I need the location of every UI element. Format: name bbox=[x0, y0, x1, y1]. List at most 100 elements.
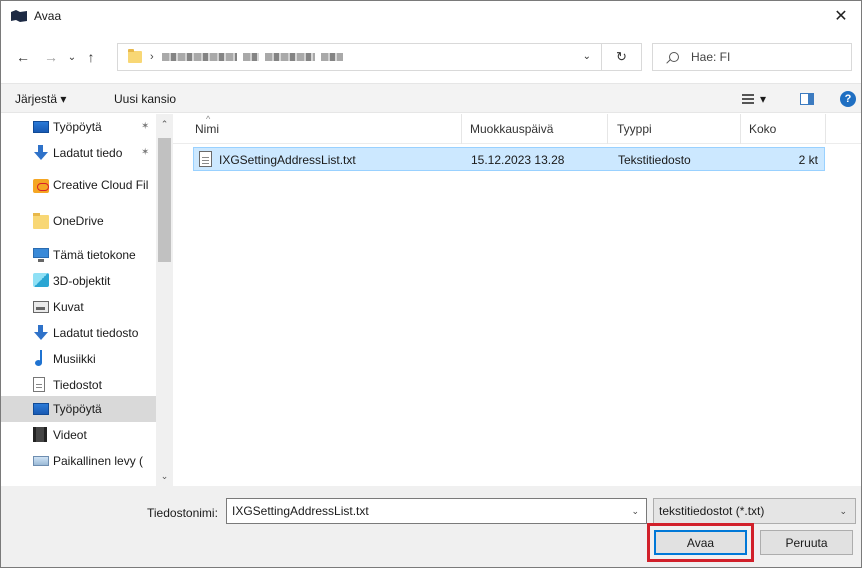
forward-arrow-icon[interactable]: → bbox=[41, 47, 61, 67]
sidebar-item-label: Videot bbox=[53, 428, 87, 442]
address-bar[interactable]: › ⌄ bbox=[117, 43, 602, 71]
computer-icon bbox=[33, 248, 49, 262]
file-type: Tekstitiedosto bbox=[618, 153, 691, 167]
pin-icon: ✶ bbox=[141, 121, 150, 132]
music-icon bbox=[33, 350, 49, 366]
breadcrumb-redacted[interactable] bbox=[242, 53, 259, 61]
open-button[interactable]: Avaa bbox=[654, 530, 747, 555]
breadcrumb-redacted[interactable] bbox=[264, 53, 315, 61]
scroll-up-icon[interactable]: ⌃ bbox=[156, 116, 173, 132]
sidebar-item-3d-objects[interactable]: 3D-objektit bbox=[1, 268, 157, 294]
breadcrumb-separator-icon: › bbox=[150, 51, 154, 63]
sidebar-item-local-disk[interactable]: Paikallinen levy ( bbox=[1, 448, 157, 474]
column-divider[interactable] bbox=[607, 114, 608, 144]
new-folder-button[interactable]: Uusi kansio bbox=[114, 92, 176, 106]
column-header-size[interactable]: Koko bbox=[749, 122, 776, 136]
sidebar-item-label: Ladatut tiedo bbox=[53, 146, 123, 160]
sidebar-item-desktop-pinned[interactable]: Työpöytä ✶ bbox=[1, 114, 157, 140]
documents-icon bbox=[33, 377, 45, 392]
filename-label: Tiedostonimi: bbox=[147, 506, 218, 520]
column-header-name[interactable]: Nimi bbox=[195, 122, 219, 136]
recent-locations-chevron-icon[interactable]: ⌄ bbox=[62, 47, 82, 67]
column-header-type[interactable]: Tyyppi bbox=[617, 122, 652, 136]
column-header-modified[interactable]: Muokkauspäivä bbox=[470, 122, 553, 136]
view-list-icon bbox=[742, 94, 754, 104]
view-options-button[interactable]: ▾ bbox=[742, 92, 780, 106]
sidebar-item-label: Tämä tietokone bbox=[53, 248, 136, 262]
search-icon bbox=[669, 52, 679, 62]
text-file-icon bbox=[199, 151, 212, 167]
3d-objects-icon bbox=[33, 273, 49, 287]
sidebar-scrollbar[interactable]: ⌃ ⌄ bbox=[156, 114, 173, 486]
desktop-icon bbox=[33, 121, 49, 133]
window-title: Avaa bbox=[34, 9, 62, 23]
preview-pane-icon[interactable] bbox=[800, 93, 814, 105]
back-arrow-icon[interactable]: ← bbox=[13, 47, 33, 67]
scroll-down-icon[interactable]: ⌄ bbox=[156, 468, 173, 484]
column-divider[interactable] bbox=[740, 114, 741, 144]
sidebar-item-this-pc[interactable]: Tämä tietokone bbox=[1, 242, 157, 268]
sidebar-item-downloads-pinned[interactable]: Ladatut tiedo ✶ bbox=[1, 140, 157, 166]
file-modified: 15.12.2023 13.28 bbox=[471, 153, 565, 167]
sidebar-item-label: Paikallinen levy ( bbox=[53, 454, 144, 468]
filename-value: IXGSettingAddressList.txt bbox=[232, 504, 369, 518]
sidebar-item-label: Työpöytä bbox=[53, 120, 102, 134]
scrollbar-thumb[interactable] bbox=[158, 138, 171, 262]
file-size: 2 kt bbox=[798, 153, 818, 167]
chevron-down-icon: ▾ bbox=[760, 92, 767, 106]
folder-icon bbox=[128, 49, 142, 63]
navigation-pane: Työpöytä ✶ Ladatut tiedo ✶ Creative Clou… bbox=[1, 114, 173, 486]
folder-icon bbox=[33, 213, 49, 229]
sidebar-item-desktop[interactable]: Työpöytä bbox=[1, 396, 157, 422]
open-file-dialog: Avaa ✕ ← → ⌄ ↑ › ⌄ ↻ Hae: FI Järjestä ▾ … bbox=[0, 0, 862, 568]
breadcrumb-redacted[interactable] bbox=[161, 53, 237, 61]
app-icon bbox=[10, 9, 28, 23]
sidebar-item-label: 3D-objektit bbox=[53, 274, 111, 288]
help-icon[interactable]: ? bbox=[840, 91, 856, 107]
organize-button[interactable]: Järjestä ▾ bbox=[15, 92, 66, 106]
filetype-value: tekstitiedostot (*.txt) bbox=[659, 504, 765, 518]
sidebar-item-videos[interactable]: Videot bbox=[1, 422, 157, 448]
column-divider[interactable] bbox=[825, 114, 826, 144]
file-list-header: ^ Nimi Muokkauspäivä Tyyppi Koko bbox=[173, 114, 861, 144]
search-placeholder: Hae: FI bbox=[691, 50, 731, 64]
sidebar-item-pictures[interactable]: Kuvat bbox=[1, 294, 157, 320]
download-icon bbox=[33, 145, 49, 160]
filetype-select[interactable]: tekstitiedostot (*.txt) ⌄ bbox=[653, 498, 856, 524]
sidebar-item-creative-cloud[interactable]: Creative Cloud Fil bbox=[1, 172, 157, 198]
creative-cloud-icon bbox=[33, 179, 49, 193]
table-row[interactable]: IXGSettingAddressList.txt 15.12.2023 13.… bbox=[193, 147, 825, 171]
videos-icon bbox=[33, 427, 47, 442]
cancel-button[interactable]: Peruuta bbox=[760, 530, 853, 555]
pin-icon: ✶ bbox=[141, 147, 150, 158]
chevron-down-icon[interactable]: ⌄ bbox=[583, 51, 591, 62]
dialog-footer: Tiedostonimi: IXGSettingAddressList.txt … bbox=[1, 486, 861, 567]
sidebar-item-documents[interactable]: Tiedostot bbox=[1, 372, 157, 398]
download-icon bbox=[33, 325, 49, 340]
title-bar: Avaa ✕ bbox=[1, 1, 861, 31]
sidebar-item-label: Tiedostot bbox=[53, 378, 102, 392]
command-toolbar: Järjestä ▾ Uusi kansio ▾ ? bbox=[1, 83, 861, 113]
refresh-icon[interactable]: ↻ bbox=[602, 43, 642, 71]
sidebar-item-label: Ladatut tiedosto bbox=[53, 326, 139, 340]
drive-icon bbox=[33, 456, 49, 466]
address-row: ← → ⌄ ↑ › ⌄ ↻ Hae: FI bbox=[1, 43, 861, 71]
sidebar-item-downloads[interactable]: Ladatut tiedosto bbox=[1, 320, 157, 346]
chevron-down-icon[interactable]: ⌄ bbox=[631, 506, 639, 517]
sidebar-item-label: Creative Cloud Fil bbox=[53, 178, 149, 192]
sidebar-item-label: Kuvat bbox=[53, 300, 84, 314]
up-arrow-icon[interactable]: ↑ bbox=[81, 47, 101, 67]
sidebar-item-label: Työpöytä bbox=[53, 402, 102, 416]
filename-field[interactable]: IXGSettingAddressList.txt ⌄ bbox=[226, 498, 647, 524]
pictures-icon bbox=[33, 301, 49, 313]
chevron-down-icon: ⌄ bbox=[839, 506, 847, 516]
breadcrumb-redacted[interactable] bbox=[320, 53, 343, 61]
search-input[interactable]: Hae: FI bbox=[652, 43, 852, 71]
sidebar-item-onedrive[interactable]: OneDrive bbox=[1, 208, 157, 234]
sidebar-item-music[interactable]: Musiikki bbox=[1, 346, 157, 372]
column-divider[interactable] bbox=[461, 114, 462, 144]
close-icon[interactable]: ✕ bbox=[821, 1, 861, 31]
desktop-icon bbox=[33, 403, 49, 415]
sidebar-item-label: OneDrive bbox=[53, 214, 104, 228]
sidebar-item-label: Musiikki bbox=[53, 352, 96, 366]
